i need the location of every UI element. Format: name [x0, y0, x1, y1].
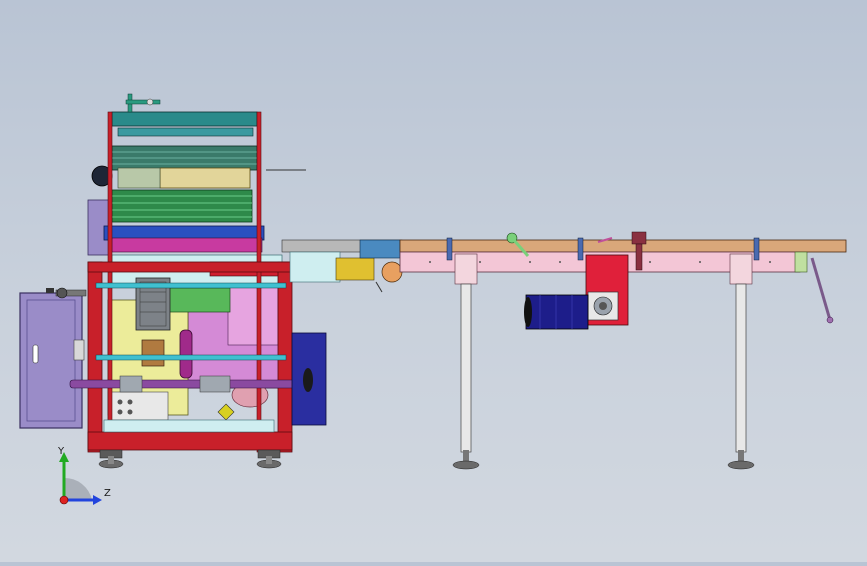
- top-handwheel: [125, 93, 161, 113]
- conveyor-end-strut: [810, 257, 834, 324]
- machine-feet: [98, 449, 282, 469]
- triad-y-label: Y: [57, 446, 65, 457]
- roller-stack: [103, 111, 281, 277]
- cad-viewport[interactable]: Y Z: [0, 0, 867, 562]
- control-cabinet: [19, 288, 85, 429]
- machine-assembly-drawing: Y Z: [19, 93, 847, 505]
- side-motor-housing: [291, 332, 327, 426]
- triad-z-label: Z: [104, 488, 111, 499]
